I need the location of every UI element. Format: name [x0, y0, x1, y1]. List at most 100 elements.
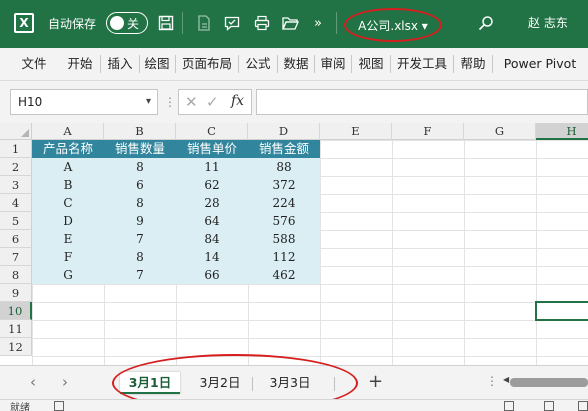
- table-cell[interactable]: 224: [248, 194, 320, 212]
- table-cell[interactable]: 7: [104, 230, 176, 248]
- table-cell[interactable]: 576: [248, 212, 320, 230]
- row-header-10[interactable]: 10: [0, 302, 32, 320]
- column-header-c[interactable]: C: [176, 123, 248, 140]
- folder-open-icon[interactable]: [280, 13, 300, 33]
- page-break-view-icon[interactable]: [578, 401, 588, 411]
- tab-review[interactable]: 审阅: [316, 48, 350, 80]
- splitter-dots-icon[interactable]: ⋮: [486, 374, 498, 388]
- table-cell[interactable]: C: [32, 194, 104, 212]
- tab-page-layout[interactable]: 页面布局: [177, 48, 237, 80]
- table-cell[interactable]: D: [32, 212, 104, 230]
- table-cell[interactable]: 6: [104, 176, 176, 194]
- tab-help[interactable]: 帮助: [455, 48, 491, 80]
- chevron-right-icon[interactable]: ›: [62, 373, 68, 391]
- accessibility-icon[interactable]: [54, 401, 64, 411]
- table-cell[interactable]: 462: [248, 266, 320, 284]
- table-cell[interactable]: 8: [104, 158, 176, 176]
- ribbon-tabs: 文件 开始 插入 绘图 页面布局 公式 数据 审阅 视图 开发工具 帮助 Pow…: [0, 48, 588, 81]
- table-cell[interactable]: 64: [176, 212, 248, 230]
- tab-home[interactable]: 开始: [62, 48, 98, 80]
- printer-icon[interactable]: [252, 13, 272, 33]
- row-header-11[interactable]: 11: [0, 320, 32, 338]
- chevron-left-icon[interactable]: ‹: [30, 373, 36, 391]
- autosave-toggle[interactable]: 关: [106, 12, 148, 34]
- column-header-a[interactable]: A: [32, 123, 104, 140]
- row-header-9[interactable]: 9: [0, 284, 32, 302]
- user-name[interactable]: 赵 志东: [528, 14, 568, 31]
- table-cell[interactable]: 28: [176, 194, 248, 212]
- table-cell[interactable]: 66: [176, 266, 248, 284]
- table-header-cell[interactable]: 销售数量: [104, 140, 176, 158]
- table-cell[interactable]: 8: [104, 194, 176, 212]
- table-cell[interactable]: A: [32, 158, 104, 176]
- horizontal-scrollbar[interactable]: [510, 378, 588, 387]
- formula-input[interactable]: [256, 89, 588, 115]
- normal-view-icon[interactable]: [504, 401, 514, 411]
- cell-area[interactable]: 产品名称 销售数量 销售单价 销售金额 A 8 11 88 B 6 62 372…: [32, 140, 588, 365]
- row-header-5[interactable]: 5: [0, 212, 32, 230]
- table-cell[interactable]: 88: [248, 158, 320, 176]
- status-ready: 就绪: [10, 403, 30, 411]
- worksheet-grid[interactable]: A B C D E F G H 1 2 3 4 5 6 7 8 9 10 11 …: [0, 123, 588, 365]
- name-box[interactable]: H10 ▾: [10, 89, 158, 115]
- column-header-f[interactable]: F: [392, 123, 464, 140]
- table-cell[interactable]: 7: [104, 266, 176, 284]
- table-cell[interactable]: 112: [248, 248, 320, 266]
- tab-draw[interactable]: 绘图: [140, 48, 174, 80]
- search-icon[interactable]: [476, 13, 496, 33]
- table-cell[interactable]: 372: [248, 176, 320, 194]
- column-header-d[interactable]: D: [248, 123, 320, 140]
- table-cell[interactable]: F: [32, 248, 104, 266]
- column-header-e[interactable]: E: [320, 123, 392, 140]
- enter-icon[interactable]: ✓: [206, 93, 219, 111]
- row-header-12[interactable]: 12: [0, 338, 32, 356]
- table-header-cell[interactable]: 产品名称: [32, 140, 104, 158]
- table-cell[interactable]: 84: [176, 230, 248, 248]
- more-commands-icon[interactable]: »: [308, 13, 328, 33]
- row-header-7[interactable]: 7: [0, 248, 32, 266]
- tab-data[interactable]: 数据: [279, 48, 313, 80]
- page-layout-view-icon[interactable]: [544, 401, 554, 411]
- comment-icon[interactable]: [222, 13, 242, 33]
- table-cell[interactable]: E: [32, 230, 104, 248]
- table-cell[interactable]: 62: [176, 176, 248, 194]
- save-icon[interactable]: [156, 13, 176, 33]
- tab-view[interactable]: 视图: [353, 48, 389, 80]
- scroll-left-icon[interactable]: ◀: [503, 375, 509, 384]
- toolbar-divider: [336, 12, 337, 34]
- table-cell[interactable]: B: [32, 176, 104, 194]
- column-header-g[interactable]: G: [464, 123, 536, 140]
- chevron-down-icon[interactable]: ▾: [146, 90, 151, 114]
- table-header-cell[interactable]: 销售单价: [176, 140, 248, 158]
- table-cell[interactable]: 588: [248, 230, 320, 248]
- column-header-h[interactable]: H: [536, 123, 588, 140]
- row-header-4[interactable]: 4: [0, 194, 32, 212]
- ribbon-divider: [175, 55, 176, 73]
- table-cell[interactable]: G: [32, 266, 104, 284]
- active-cell-h10[interactable]: [535, 301, 588, 321]
- column-header-b[interactable]: B: [104, 123, 176, 140]
- tab-file[interactable]: 文件: [14, 48, 54, 80]
- tab-developer[interactable]: 开发工具: [392, 48, 452, 80]
- row-header-6[interactable]: 6: [0, 230, 32, 248]
- row-header-8[interactable]: 8: [0, 266, 32, 284]
- table-cell[interactable]: 11: [176, 158, 248, 176]
- cancel-icon[interactable]: ✕: [185, 93, 198, 111]
- table-header-cell[interactable]: 销售金额: [248, 140, 320, 158]
- file-name[interactable]: A公司.xlsx ▾: [358, 17, 428, 34]
- tab-power-pivot[interactable]: Power Pivot: [496, 48, 584, 80]
- tab-insert[interactable]: 插入: [102, 48, 138, 80]
- table-cell[interactable]: 14: [176, 248, 248, 266]
- select-all-corner[interactable]: [0, 123, 32, 140]
- formula-buttons: ✕ ✓ fx: [178, 89, 252, 115]
- row-header-2[interactable]: 2: [0, 158, 32, 176]
- new-file-icon[interactable]: [194, 13, 214, 33]
- table-cell[interactable]: 8: [104, 248, 176, 266]
- table-cell[interactable]: 9: [104, 212, 176, 230]
- insert-function-icon[interactable]: fx: [231, 93, 244, 109]
- tab-formulas[interactable]: 公式: [240, 48, 276, 80]
- ribbon-divider: [100, 55, 101, 73]
- add-sheet-button[interactable]: +: [368, 371, 383, 392]
- row-header-3[interactable]: 3: [0, 176, 32, 194]
- row-header-1[interactable]: 1: [0, 140, 32, 158]
